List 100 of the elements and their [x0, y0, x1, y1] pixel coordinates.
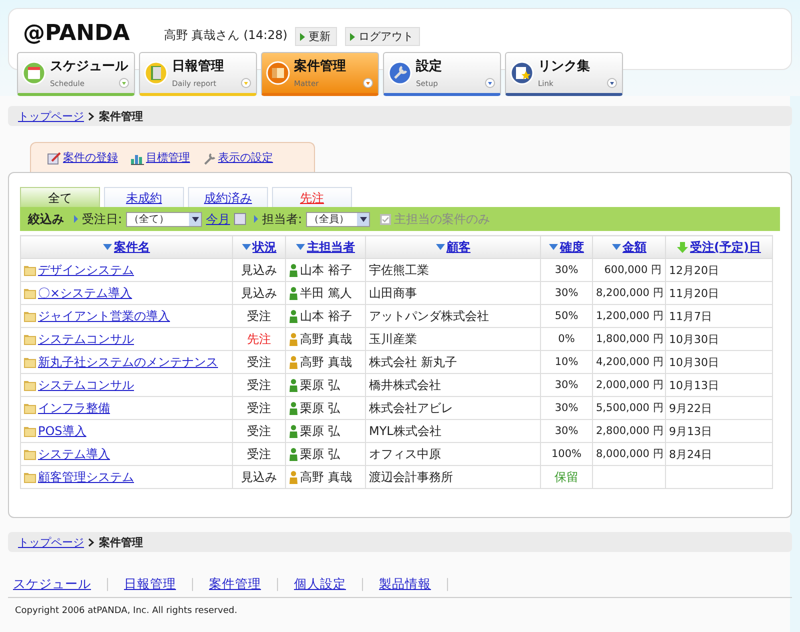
- folder-icon: [24, 380, 36, 390]
- table-cell: 10月13日: [666, 374, 772, 396]
- date-label: 受注日:: [82, 210, 122, 228]
- folder-icon: [266, 61, 290, 85]
- column-header[interactable]: 主担当者: [286, 236, 366, 258]
- table-cell: MYL株式会社: [366, 420, 540, 442]
- table-cell: 1,800,000 円: [592, 328, 666, 350]
- matter-link[interactable]: 新丸子社システムのメンテナンス: [38, 354, 218, 370]
- table-cell: 受注: [232, 374, 286, 396]
- breadcrumb-link[interactable]: トップページ: [18, 108, 84, 124]
- matter-link[interactable]: システムコンサル: [38, 376, 134, 394]
- nav-tab-label: 日報管理: [172, 58, 224, 75]
- sort-icon[interactable]: [103, 244, 112, 250]
- matter-link[interactable]: POS導入: [38, 422, 86, 440]
- footer-link[interactable]: 案件管理: [209, 576, 261, 593]
- column-header[interactable]: 金額: [592, 236, 666, 258]
- nav-tab-label: 設定: [416, 58, 442, 75]
- table-cell: オフィス中原: [366, 442, 540, 466]
- column-header[interactable]: 顧客: [366, 236, 540, 258]
- table-cell: 9月22日: [666, 396, 772, 420]
- owner-name: 山本 裕子: [300, 262, 352, 278]
- folder-icon: [24, 402, 36, 414]
- caret-icon[interactable]: [485, 78, 495, 88]
- person-label: 担当者:: [262, 210, 302, 228]
- table-cell: 8,000,000 円: [592, 442, 666, 466]
- breadcrumb-link[interactable]: トップページ: [18, 534, 84, 550]
- caret-icon[interactable]: [607, 78, 617, 88]
- matter-link[interactable]: デザインシステム: [38, 262, 134, 278]
- logo: @PANDA: [23, 21, 130, 46]
- matter-link[interactable]: ジャイアント営業の導入: [38, 308, 170, 324]
- date-select[interactable]: （全て）: [126, 212, 202, 226]
- matter-link[interactable]: 〇×システム導入: [38, 284, 132, 302]
- column-header[interactable]: 状況: [232, 236, 286, 258]
- action-link[interactable]: 目標管理: [130, 150, 190, 165]
- table-cell: 見込み: [232, 466, 286, 488]
- caret-icon[interactable]: [360, 216, 367, 222]
- owner-name: 高野 真哉: [300, 354, 352, 370]
- filter-tab[interactable]: 先注: [272, 187, 352, 207]
- wrench-icon: [388, 61, 412, 85]
- owner-name: 山本 裕子: [300, 308, 352, 324]
- filter-tab[interactable]: 成約済み: [188, 187, 268, 207]
- sort-icon[interactable]: [436, 244, 444, 250]
- table-cell: 株式会社 新丸子: [366, 350, 540, 374]
- table-cell: 受注: [232, 420, 286, 442]
- copyright: Copyright 2006 atPANDA, Inc. All rights reserved.: [15, 606, 238, 616]
- sort-icon[interactable]: [549, 244, 558, 250]
- table-cell: 受注: [232, 442, 286, 466]
- footer-link[interactable]: 製品情報: [379, 576, 431, 593]
- person-select[interactable]: （全員）: [306, 212, 370, 226]
- matter-link[interactable]: システムコンサル: [38, 330, 134, 348]
- header-button[interactable]: 更新: [295, 27, 338, 46]
- column-header[interactable]: 確度: [540, 236, 592, 258]
- owner-name: 栗原 弘: [300, 422, 340, 440]
- column-header[interactable]: 案件名: [20, 236, 232, 258]
- filter-tab[interactable]: 全て: [20, 187, 100, 207]
- table-cell: 9月13日: [666, 420, 772, 442]
- filter-tab[interactable]: 未成約: [104, 187, 184, 207]
- sort-down-icon[interactable]: [677, 242, 688, 252]
- header-button[interactable]: ログアウト: [345, 27, 420, 46]
- table-cell: 受注: [232, 396, 286, 420]
- sort-icon[interactable]: [612, 244, 620, 250]
- action-link[interactable]: 表示の設定: [202, 150, 273, 165]
- table-cell: 10%: [540, 350, 592, 374]
- caret-icon[interactable]: [192, 216, 199, 222]
- table-cell: 宇佐熊工業: [366, 258, 540, 282]
- owner-name: 栗原 弘: [300, 400, 340, 416]
- breadcrumb-current: 案件管理: [99, 108, 143, 124]
- table-cell: 100%: [540, 442, 592, 466]
- table-cell: アットパンダ株式会社: [366, 304, 540, 328]
- table-cell: 10月30日: [666, 328, 772, 350]
- table-cell: 30%: [540, 374, 592, 396]
- table-cell: 2,800,000 円: [592, 420, 666, 442]
- owner-name: 栗原 弘: [300, 376, 340, 394]
- nav-tab-label: リンク集: [538, 58, 590, 75]
- table-cell: 2,000,000 円: [592, 374, 666, 396]
- table-cell: 11月20日: [666, 282, 772, 304]
- table-cell: 30%: [540, 282, 592, 304]
- table-cell: 先注: [232, 328, 286, 350]
- table-cell: 4,200,000 円: [592, 350, 666, 374]
- table-cell: 50%: [540, 304, 592, 328]
- breadcrumb-current: 案件管理: [99, 534, 143, 550]
- footer-link[interactable]: 個人設定: [294, 576, 346, 593]
- footer-link[interactable]: スケジュール: [13, 576, 91, 593]
- nav-tab-label: スケジュール: [50, 58, 128, 75]
- matter-link[interactable]: インフラ整備: [38, 400, 110, 416]
- matter-link[interactable]: 顧客管理システム: [38, 468, 134, 486]
- book-icon: [144, 61, 168, 85]
- this-month-link[interactable]: 今月: [206, 210, 230, 228]
- table-cell: 600,000 円: [592, 258, 666, 282]
- folder-icon: [24, 288, 36, 298]
- table-cell: 保留: [540, 466, 592, 488]
- sort-icon[interactable]: [242, 244, 250, 250]
- sort-icon[interactable]: [296, 244, 305, 250]
- table-cell: 橋井株式会社: [366, 374, 540, 396]
- footer-link[interactable]: 日報管理: [124, 576, 176, 593]
- column-header[interactable]: 受注(予定)日: [666, 236, 772, 258]
- action-link[interactable]: 案件の登録: [47, 150, 118, 165]
- matter-link[interactable]: システム導入: [38, 446, 110, 462]
- table-cell: 山田商事: [366, 282, 540, 304]
- table-cell: 0%: [540, 328, 592, 350]
